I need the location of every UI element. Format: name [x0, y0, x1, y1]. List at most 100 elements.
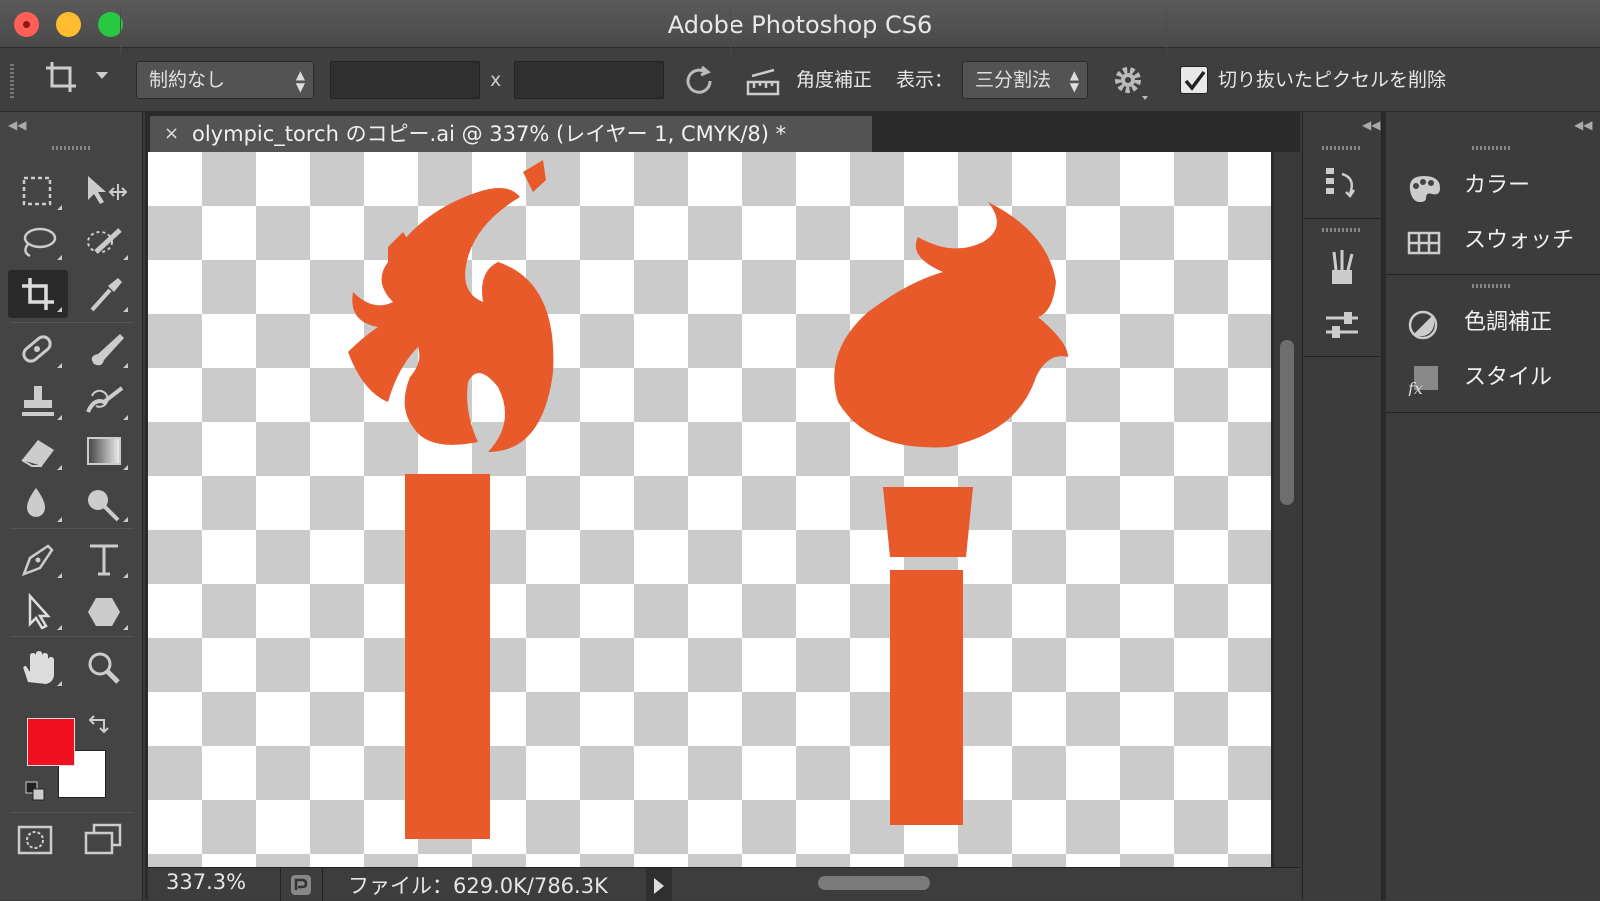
panel-adjustments-label: 色調補正: [1464, 310, 1553, 335]
screen-mode-icon[interactable]: [82, 822, 126, 858]
overlay-select[interactable]: 三分割法 ▲ ▼: [962, 61, 1088, 99]
divider: [730, 10, 731, 54]
right-torch-cup: [883, 487, 973, 557]
hand-tool-icon[interactable]: [8, 644, 68, 692]
pen-tool-icon[interactable]: [8, 536, 68, 584]
gradient-tool-icon[interactable]: [74, 428, 134, 476]
marquee-tool-icon[interactable]: [8, 168, 68, 216]
constraint-value: 制約なし: [149, 69, 226, 91]
dodge-tool-icon[interactable]: [74, 480, 134, 528]
view-label: 表示：: [896, 69, 954, 91]
panel-styles-label: スタイル: [1464, 365, 1553, 390]
panel-divider: [1386, 412, 1600, 413]
status-bar: 337.3% ファイル：629.0K/786.3K: [148, 867, 1300, 901]
collapse-icon-column-icon[interactable]: ◀◀: [1362, 118, 1380, 132]
type-tool-icon[interactable]: [74, 536, 134, 584]
delete-pixels-checkbox[interactable]: [1180, 66, 1208, 94]
straighten-icon[interactable]: [744, 62, 782, 100]
crop-tool-preset-icon[interactable]: [42, 58, 82, 98]
brush-tool-icon[interactable]: [74, 326, 134, 374]
straighten-label[interactable]: 角度補正: [796, 61, 872, 99]
zoom-tool-icon[interactable]: [74, 644, 134, 692]
constraint-select[interactable]: 制約なし ▲ ▼: [136, 61, 314, 99]
icon-panel-grip[interactable]: [1322, 228, 1362, 232]
status-divider: [322, 868, 323, 901]
vertical-scrollbar[interactable]: [1274, 152, 1300, 867]
svg-text:fx: fx: [1407, 379, 1423, 396]
select-down-arrow-icon: ▼: [1069, 80, 1079, 94]
panel-styles[interactable]: fx スタイル: [1386, 350, 1600, 405]
panel-color-label: カラー: [1464, 173, 1531, 198]
zoom-level[interactable]: 337.3%: [166, 870, 246, 894]
styles-fx-icon: fx: [1406, 362, 1440, 398]
height-input[interactable]: [514, 61, 664, 99]
toolbar-divider: [10, 528, 134, 529]
overlay-value: 三分割法: [975, 69, 1052, 91]
left-torch-flame: [348, 188, 554, 452]
status-info-icon[interactable]: [290, 874, 312, 896]
canvas[interactable]: [148, 152, 1271, 867]
quick-selection-tool-icon[interactable]: [74, 218, 134, 266]
toolbar-divider: [10, 322, 134, 323]
quick-mask-icon[interactable]: [16, 824, 56, 858]
document-tab-title: olympic_torch のコピー.ai @ 337% (レイヤー 1, CM…: [192, 122, 787, 146]
history-brush-tool-icon[interactable]: [74, 378, 134, 426]
toolbar-grip[interactable]: [52, 146, 92, 150]
healing-brush-tool-icon[interactable]: [8, 326, 68, 374]
shape-tool-icon[interactable]: [74, 588, 134, 636]
right-torch-flame: [834, 202, 1068, 448]
foreground-color-swatch-fill[interactable]: [27, 718, 75, 766]
left-torch-handle: [405, 474, 490, 839]
path-selection-tool-icon[interactable]: [8, 588, 68, 636]
panel-adjustments[interactable]: 色調補正: [1386, 295, 1600, 350]
history-panel-icon[interactable]: [1322, 164, 1362, 204]
icon-panel-grip[interactable]: [1322, 146, 1362, 150]
swap-rotate-icon[interactable]: [680, 62, 718, 100]
times-symbol: x: [490, 69, 502, 91]
options-grip[interactable]: [10, 62, 14, 98]
dock-grip[interactable]: [1472, 146, 1512, 150]
gear-icon[interactable]: [1110, 62, 1150, 102]
crop-tool-icon[interactable]: [8, 270, 68, 318]
right-torch-handle: [890, 570, 963, 825]
dock-grip[interactable]: [1472, 284, 1512, 288]
left-torch-spark: [523, 160, 546, 192]
adjustments-icon: [1406, 307, 1440, 340]
panel-divider: [1304, 356, 1380, 357]
panel-swatches[interactable]: スウォッチ: [1386, 213, 1600, 268]
delete-pixels-label[interactable]: 切り抜いたピクセルを削除: [1218, 61, 1446, 99]
window-title: Adobe Photoshop CS6: [667, 11, 933, 39]
torch-artwork: [348, 160, 1068, 839]
brush-presets-panel-icon[interactable]: [1322, 246, 1362, 286]
toolbar-divider: [10, 636, 134, 637]
eraser-tool-icon[interactable]: [8, 428, 68, 476]
panel-divider: [1386, 274, 1600, 275]
move-tool-icon[interactable]: [74, 168, 134, 216]
status-menu-button[interactable]: [646, 868, 672, 901]
collapse-toolbar-icon[interactable]: ◀◀: [8, 118, 26, 132]
status-divider: [280, 868, 281, 901]
default-colors-icon[interactable]: [24, 780, 46, 802]
lasso-tool-icon[interactable]: [8, 218, 68, 266]
document-tab[interactable]: × olympic_torch のコピー.ai @ 337% (レイヤー 1, …: [150, 116, 872, 152]
file-size-info[interactable]: ファイル：629.0K/786.3K: [348, 870, 608, 900]
vertical-scroll-thumb[interactable]: [1280, 340, 1294, 505]
preset-dropdown-arrow-icon[interactable]: [96, 72, 108, 79]
eyedropper-tool-icon[interactable]: [74, 270, 134, 318]
collapse-dock-icon[interactable]: ◀◀: [1574, 118, 1592, 132]
panel-color[interactable]: カラー: [1386, 158, 1600, 213]
tool-presets-panel-icon[interactable]: [1322, 306, 1362, 346]
divider: [120, 10, 121, 54]
swatches-grid-icon: [1406, 225, 1441, 257]
horizontal-scroll-thumb[interactable]: [818, 876, 930, 890]
color-palette-icon: [1406, 170, 1440, 202]
toolbar-divider: [10, 812, 134, 813]
panel-swatches-label: スウォッチ: [1464, 228, 1575, 253]
panel-divider: [1304, 218, 1380, 219]
width-input[interactable]: [330, 61, 480, 99]
close-document-button[interactable]: ×: [164, 116, 179, 152]
swap-colors-icon[interactable]: [88, 712, 112, 736]
divider: [1166, 10, 1167, 54]
clone-stamp-tool-icon[interactable]: [8, 378, 68, 426]
blur-tool-icon[interactable]: [8, 480, 68, 528]
